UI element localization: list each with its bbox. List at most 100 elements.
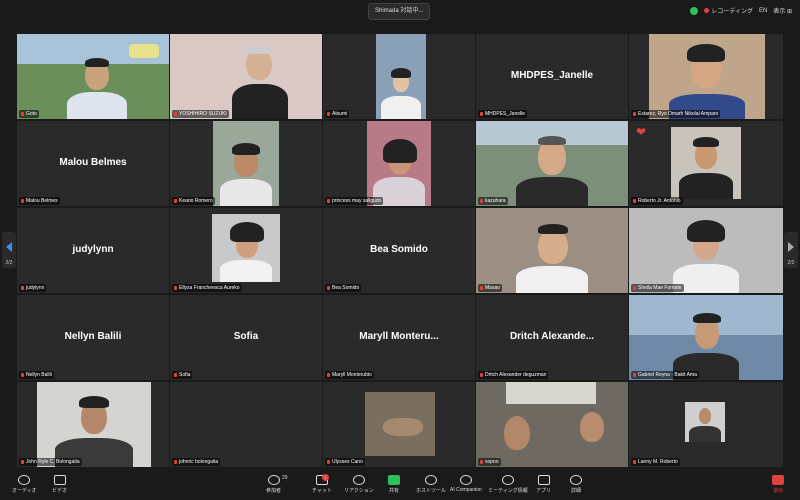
participant-name-label: Sheila Mae Fornate (631, 284, 684, 292)
meeting-toolbar: オーディオ ビデオ 参加者 29 チャット 1 リアクション 共有 ホストツール… (0, 472, 800, 500)
participant-tile-ellyza[interactable]: Ellyza Francheesca Aureko (170, 208, 322, 293)
participant-tile-malou[interactable]: Malou Belmes Malou Belmes (17, 121, 169, 206)
participant-tile-ulysses[interactable]: Ulysses Cano (323, 382, 475, 467)
zoom-meeting-window: Shimada 対話中... レコーディング EN 表示 ⊞ 2/2 2/2 G… (0, 0, 800, 500)
host-tools-button[interactable]: ホストツール (416, 475, 446, 494)
participant-tile-sopoo[interactable]: sopoo (476, 382, 628, 467)
participant-name-label: kazuhara (478, 197, 508, 205)
participant-tile-keano[interactable]: Keano Romero (170, 121, 322, 206)
participant-name-label: John Ryle C. Bolongaita (19, 458, 82, 466)
participant-display-name: Sofia (233, 331, 259, 342)
leave-button[interactable]: 退出 (772, 475, 784, 494)
chat-badge: 1 (322, 474, 329, 481)
prev-page-button[interactable]: 2/2 (2, 232, 16, 268)
person-shirt (220, 260, 272, 282)
reactions-button[interactable]: リアクション (344, 475, 374, 494)
person-face (504, 416, 530, 450)
participant-tile-bea[interactable]: Bea Somido Bea Somido (323, 208, 475, 293)
audio-button[interactable]: オーディオ (12, 475, 37, 494)
shield-icon[interactable] (690, 6, 699, 15)
next-page-button[interactable]: 2/2 (784, 232, 798, 268)
apps-icon (537, 475, 550, 485)
person-hair (85, 58, 109, 67)
person-shirt (516, 177, 588, 206)
participant-tile-judylynn[interactable]: judylynn judylynn (17, 208, 169, 293)
top-right-controls: レコーディング EN 表示 ⊞ (690, 6, 792, 15)
more-icon (570, 475, 582, 485)
participant-name-label: Keano Romero (172, 197, 215, 205)
participant-tile-johnric[interactable]: johnric bolongaita (170, 382, 322, 467)
more-button[interactable]: 詳細 (570, 475, 582, 494)
person-shirt (220, 179, 272, 206)
participant-name-label: MHDPES_Janelle (478, 110, 528, 118)
participant-display-name: Dritch Alexande... (509, 331, 595, 342)
gallery-grid: Goto YOSHIHIRO SUZUKI Atsumi MHDPES_Jane… (17, 34, 783, 467)
person-shirt (232, 84, 288, 119)
apps-button[interactable]: アプリ (536, 475, 551, 494)
participant-name-label: princess may saligudo (325, 197, 384, 205)
chat-label: チャット (312, 488, 332, 494)
recording-dot-icon (704, 8, 710, 13)
person-hair (246, 46, 272, 54)
participant-tile-sofia[interactable]: Sofia Sofia (170, 295, 322, 380)
person-face (699, 408, 711, 424)
participant-name-label: sopoo (478, 458, 501, 466)
microphone-icon (18, 475, 31, 485)
video-button[interactable]: ビデオ (52, 475, 67, 494)
participant-tile-goto[interactable]: Goto (17, 34, 169, 119)
participant-tile-nellyn[interactable]: Nellyn Balili Nellyn Balili (17, 295, 169, 380)
person-shirt (516, 266, 588, 293)
participants-icon (267, 475, 280, 485)
participants-label: 参加者 (266, 488, 282, 494)
participant-tile-kazuhara[interactable]: kazuhara (476, 121, 628, 206)
participant-tile-dritch[interactable]: Dritch Alexande... Dritch Alexander degu… (476, 295, 628, 380)
participant-tile-janelle[interactable]: MHDPES_Janelle MHDPES_Janelle (476, 34, 628, 119)
top-bar: Shimada 対話中... レコーディング EN 表示 ⊞ (0, 0, 800, 24)
speaking-indicator: Shimada 対話中... (368, 3, 431, 20)
person-hair (687, 44, 725, 62)
heart-icon (352, 475, 365, 485)
participant-tile-lanny[interactable]: Lanny M. Roberto (629, 382, 783, 467)
sparkle-icon (459, 475, 472, 485)
person-shirt (67, 92, 127, 119)
participant-tile-princess[interactable]: princess may saligudo (323, 121, 475, 206)
chat-button[interactable]: チャット 1 (312, 474, 332, 494)
view-button[interactable]: 表示 ⊞ (773, 6, 792, 15)
participant-display-name: MHDPES_Janelle (510, 70, 594, 81)
participant-tile-masao[interactable]: Masao (476, 208, 628, 293)
participant-name-label: Lanny M. Roberto (631, 458, 680, 466)
participant-name-label: Nellyn Balili (19, 371, 54, 379)
participant-name-label: Malou Belmes (19, 197, 60, 205)
participant-name-label: Maryll Monterubio (325, 371, 374, 379)
participant-tile-maryll[interactable]: Maryll Monteru... Maryll Monterubio (323, 295, 475, 380)
meeting-info-button[interactable]: ミーティング情報 (488, 475, 528, 494)
participant-tile-roberto[interactable]: Roberto Jr. Antonio (629, 121, 783, 206)
ai-companion-button[interactable]: AI Companion (450, 475, 482, 493)
participant-name-label: Sofia (172, 371, 193, 379)
hands (383, 418, 423, 436)
participants-button[interactable]: 参加者 29 (266, 475, 288, 494)
participant-tile-atsumi[interactable]: Atsumi (323, 34, 475, 119)
heart-reaction-icon: ❤ (636, 125, 647, 139)
participant-name-label: judylynn (19, 284, 47, 292)
person-hair (391, 68, 411, 78)
participant-tile-suzuki[interactable]: YOSHIHIRO SUZUKI (170, 34, 322, 119)
language-button[interactable]: EN (759, 8, 767, 14)
recording-status[interactable]: レコーディング (704, 6, 753, 15)
info-icon (501, 475, 514, 485)
meeting-info-label: ミーティング情報 (488, 488, 528, 494)
participant-tile-gabriel[interactable]: Gabriel Reyna - Bakit Ama (629, 295, 783, 380)
participant-name-label: Ellyza Francheesca Aureko (172, 284, 242, 292)
participant-tile-sheila[interactable]: Sheila Mae Fornate (629, 208, 783, 293)
share-button[interactable]: 共有 (388, 475, 400, 494)
participant-name-label: Goto (19, 110, 39, 118)
ceiling-light (506, 382, 596, 404)
logo (129, 44, 159, 58)
leave-label: 退出 (772, 488, 783, 494)
person-hair (693, 313, 721, 323)
participant-tile-estarez[interactable]: Estarez, Ryo Omarh Nikolai Amparo (629, 34, 783, 119)
person-hair (687, 220, 725, 242)
participant-tile-johnryle[interactable]: John Ryle C. Bolongaita (17, 382, 169, 467)
participant-name-label: Atsumi (325, 110, 350, 118)
camera-icon (53, 475, 66, 485)
